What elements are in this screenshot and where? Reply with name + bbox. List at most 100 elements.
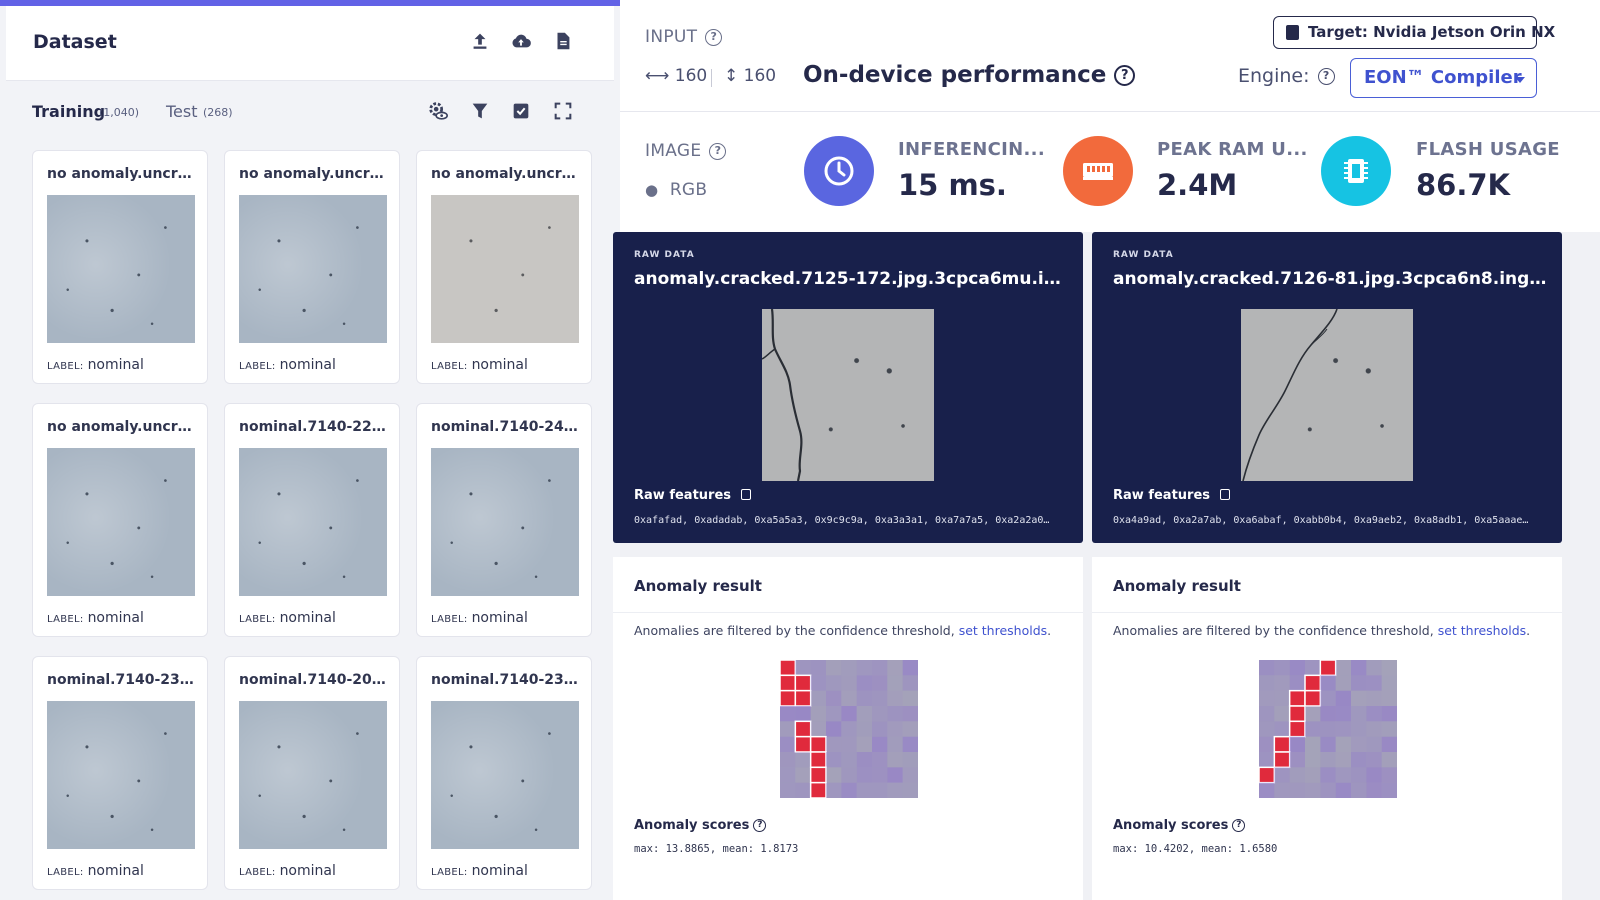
raw-features-values: 0xafafad, 0xadadab, 0xa5a5a3, 0x9c9c9a, … [634,515,1050,526]
performance-title: On-device performance? [803,62,1136,88]
sample-card[interactable]: no anomaly.uncrac... LABEL: nominal [32,403,208,637]
heatmap-cell [1320,690,1336,706]
heatmap-cell-anomaly [809,735,827,753]
input-help-icon[interactable]: ? [705,28,723,46]
heatmap-cell [1366,721,1382,737]
heatmap-cell [887,782,903,798]
heatmap-cell [902,782,918,798]
heatmap-cell [810,660,826,676]
upload-icon[interactable] [469,30,491,52]
checkbox-icon[interactable] [510,100,532,122]
copy-icon[interactable] [1220,489,1230,500]
heatmap-cell [1289,767,1305,783]
heatmap-cell [841,782,857,798]
ram-label: PEAK RAM U... [1157,139,1308,160]
sample-name: no anomaly.uncrac... [47,166,197,182]
sample-label: LABEL: nominal [47,863,144,879]
heatmap-cell [872,721,888,737]
width-arrow-icon: ⟷ [645,66,670,86]
heatmap-cell [856,660,872,676]
sample-card[interactable]: nominal.7140-230.j... LABEL:nominal [32,656,208,890]
sample-card[interactable]: no anomaly.uncrac... LABEL: nominal [224,150,400,384]
heatmap-cell [1381,690,1397,706]
heatmap-cell [1335,736,1351,752]
engine-help-icon[interactable]: ? [1317,68,1335,85]
gear-eye-icon[interactable] [427,100,449,122]
heatmap-cell [872,736,888,752]
input-width: ⟷ 160 [645,66,708,86]
heatmap-cell [1274,690,1290,706]
sample-thumbnail [239,701,387,849]
heatmap-cell-anomaly [1259,766,1276,784]
heatmap-cell [856,721,872,737]
performance-header: INPUT? ⟷ 160 ↕ 160 On-device performance… [620,0,1600,232]
heatmap-cell [902,736,918,752]
heatmap-cell-anomaly [1288,689,1306,707]
scores-help-icon[interactable]: ? [1232,819,1246,832]
heatmap-cell [795,782,811,798]
heatmap-cell [1335,721,1351,737]
heatmap-cell [826,782,842,798]
heatmap-cell [826,706,842,722]
sample-card[interactable]: nominal.7140-203.j... LABEL:nominal [224,656,400,890]
anomaly-heatmap [1259,660,1397,798]
chip-icon [1286,25,1299,40]
scores-help-icon[interactable]: ? [753,819,767,832]
heatmap-cell [1274,660,1290,676]
cloud-icon[interactable] [510,30,532,52]
heatmap-cell [887,690,903,706]
dim-divider [711,69,712,87]
engine-label: Engine:? [1238,65,1335,87]
heatmap-cell [810,706,826,722]
tab-test[interactable]: Test [166,102,198,121]
heatmap-cell [841,767,857,783]
sample-label: LABEL: nominal [431,357,528,373]
heatmap-cell [1351,767,1367,783]
heatmap-cell [780,736,796,752]
anomaly-divider [1092,612,1562,613]
anomaly-result-panel: Anomaly result Anomalies are filtered by… [1092,557,1562,900]
clock-icon [824,156,854,186]
performance-help-icon[interactable]: ? [1114,65,1136,86]
target-device-button[interactable]: Target: Nvidia Jetson Orin NX [1273,16,1555,49]
set-thresholds-link[interactable]: set thresholds [959,623,1047,638]
heatmap-cell [1366,767,1382,783]
sample-card[interactable]: no anomaly.uncrac... LABEL: nominal [32,150,208,384]
raw-sample-name: anomaly.cracked.7126-81.jpg.3cpca6n8.ing… [1113,269,1548,289]
heatmap-cell [887,660,903,676]
tab-training[interactable]: Training [32,102,105,121]
heatmap-cell [1305,706,1321,722]
copy-icon[interactable] [741,489,751,500]
sample-label: LABEL: nominal [239,610,336,626]
heatmap-cell [1351,690,1367,706]
sample-card[interactable]: nominal.7140-242.j... LABEL:nominal [416,403,592,637]
flash-chip-icon [1344,159,1368,183]
sample-name: nominal.7140-228.j... [239,419,389,435]
sample-label: LABEL: nominal [239,863,336,879]
sample-card[interactable]: nominal.7140-228.j... LABEL:nominal [224,403,400,637]
heatmap-cell [872,706,888,722]
engine-select[interactable]: EON™ Compiler [1350,58,1537,98]
heatmap-cell [1259,690,1275,706]
expand-icon[interactable] [552,100,574,122]
filter-icon[interactable] [469,100,491,122]
dataset-tabs: Training (1,040) Test (268) [6,82,614,148]
dataset-panel: Dataset Training (1,040) Test (268) no a… [0,0,620,900]
image-help-icon[interactable]: ? [709,142,727,160]
heatmap-cell [887,752,903,768]
heatmap-cell [841,706,857,722]
heatmap-cell [902,706,918,722]
heatmap-cell [856,752,872,768]
heatmap-cell [1366,752,1382,768]
flash-icon-circle [1321,136,1391,206]
file-icon[interactable] [552,30,574,52]
heatmap-cell-anomaly [809,766,827,784]
sample-card[interactable]: no anomaly.uncrac... LABEL: nominal [416,150,592,384]
sample-label: LABEL: nominal [47,357,144,373]
sample-label: LABEL: nominal [431,610,528,626]
heatmap-cell [810,675,826,691]
sample-card[interactable]: nominal.7140-239.j... LABEL:nominal [416,656,592,890]
heatmap-cell [1259,736,1275,752]
heatmap-cell [1381,660,1397,676]
set-thresholds-link[interactable]: set thresholds [1438,623,1526,638]
